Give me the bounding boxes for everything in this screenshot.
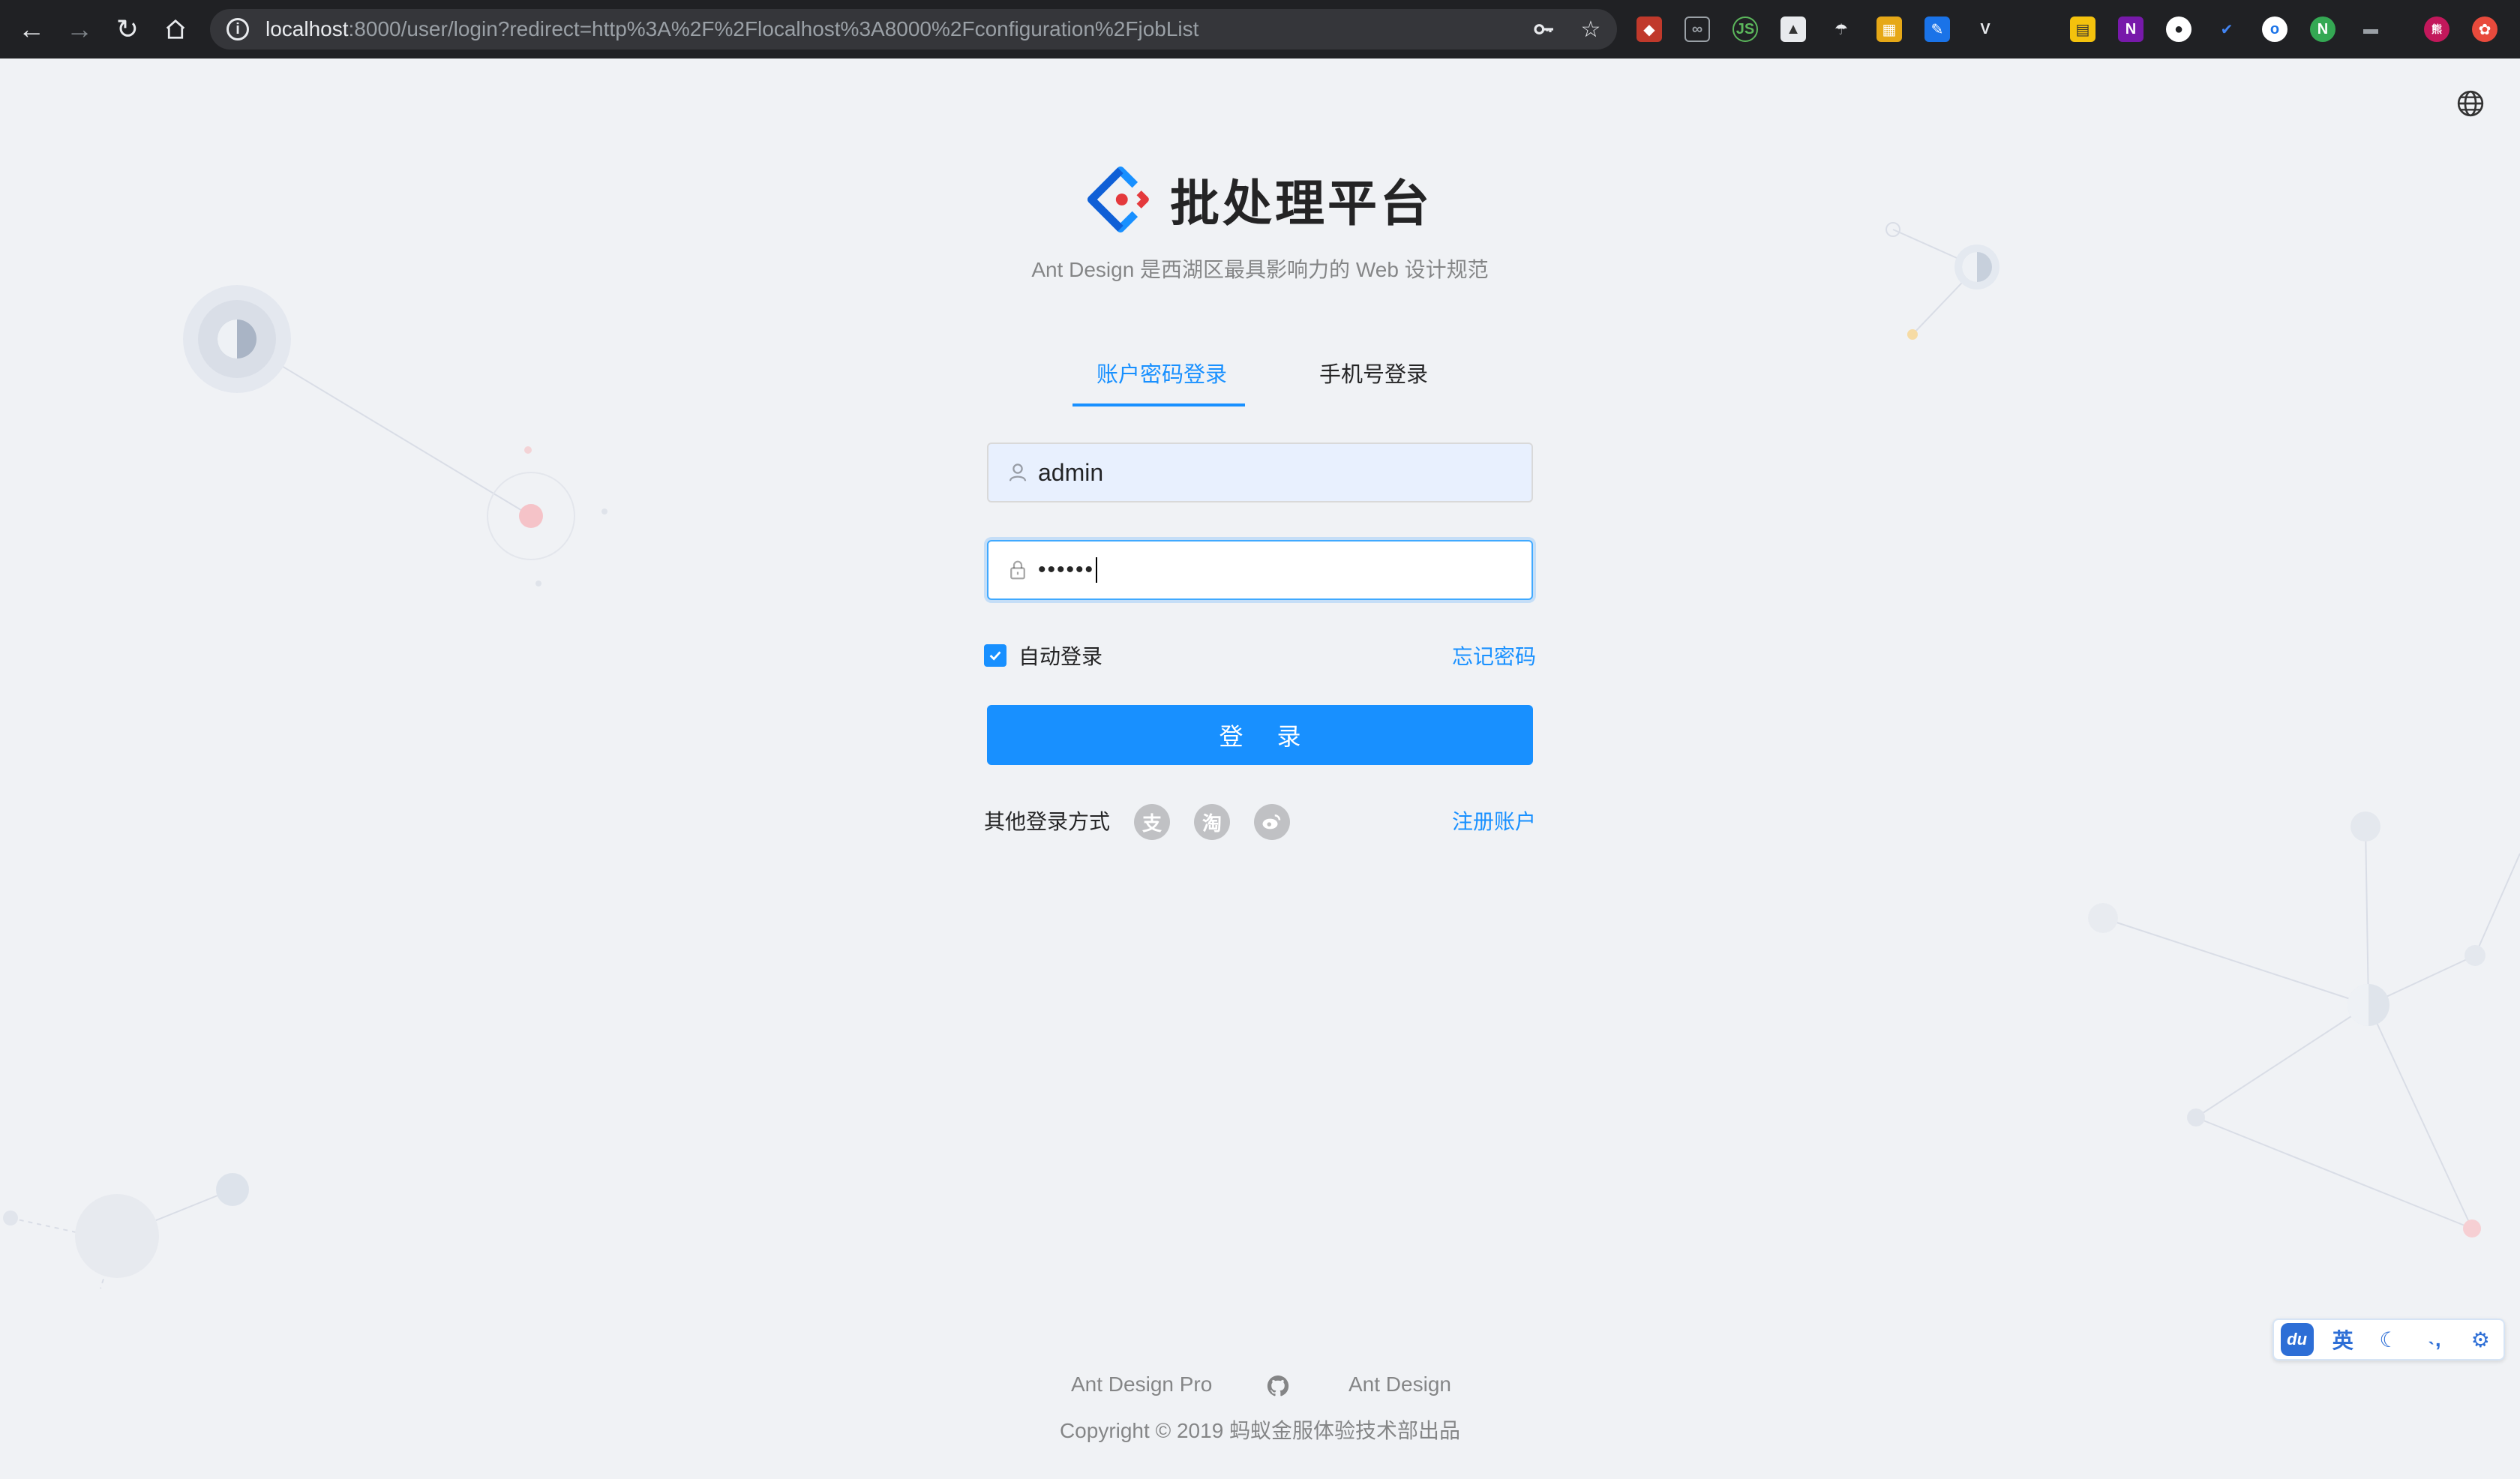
extension-icon[interactable]: ▬ bbox=[2358, 16, 2384, 42]
extension-icon[interactable]: ✿ bbox=[2472, 16, 2498, 42]
alipay-icon[interactable]: 支 bbox=[1134, 804, 1170, 840]
extension-icon[interactable]: ☂ bbox=[1828, 16, 1854, 42]
extension-icon[interactable]: ● bbox=[2166, 16, 2192, 42]
extension-icon[interactable]: ✎ bbox=[1924, 16, 1950, 42]
login-button[interactable]: 登 录 bbox=[987, 705, 1533, 765]
footer-link-ant-design-pro[interactable]: Ant Design Pro bbox=[1071, 1372, 1212, 1396]
browser-toolbar: ← → ↻ i localhost:8000/user/login?redire… bbox=[0, 0, 2520, 58]
copyright: Copyright © 2019 蚂蚁金服体验技术部出品 bbox=[1059, 1419, 1461, 1442]
extension-icon[interactable]: ▤ bbox=[2070, 16, 2096, 42]
github-icon[interactable] bbox=[1266, 1374, 1290, 1398]
user-icon bbox=[1009, 464, 1027, 482]
lock-icon bbox=[1010, 560, 1025, 580]
settings-icon[interactable]: ⚙ bbox=[2464, 1323, 2497, 1356]
auto-login-checkbox[interactable]: 自动登录 bbox=[984, 640, 1102, 670]
page-subtitle: Ant Design 是西湖区最具影响力的 Web 设计规范 bbox=[1031, 258, 1489, 281]
address-bar[interactable]: i localhost:8000/user/login?redirect=htt… bbox=[210, 9, 1617, 50]
back-icon[interactable]: ← bbox=[8, 0, 56, 58]
check-icon[interactable] bbox=[984, 644, 1006, 667]
ime-toolbar: du 英 ☾ ˴, ⚙ bbox=[2272, 1318, 2505, 1360]
ime-language-toggle[interactable]: 英 bbox=[2326, 1323, 2360, 1356]
weibo-icon[interactable] bbox=[1254, 804, 1290, 840]
taobao-icon[interactable]: 淘 bbox=[1194, 804, 1230, 840]
home-icon[interactable] bbox=[152, 0, 200, 58]
url-text: localhost:8000/user/login?redirect=http%… bbox=[266, 17, 1199, 40]
extension-icon[interactable]: ◆ bbox=[1636, 16, 1662, 42]
logo-icon bbox=[1088, 166, 1154, 232]
text-caret bbox=[1096, 557, 1098, 583]
moon-icon[interactable]: ☾ bbox=[2372, 1323, 2405, 1356]
auto-login-label: 自动登录 bbox=[1018, 645, 1103, 668]
extension-icon[interactable]: N bbox=[2310, 16, 2336, 42]
ime-logo-icon[interactable]: du bbox=[2280, 1323, 2314, 1356]
star-icon[interactable]: ☆ bbox=[1576, 15, 1605, 44]
other-login-label: 其他登录方式 bbox=[984, 810, 1111, 833]
punctuation-icon[interactable]: ˴, bbox=[2418, 1323, 2451, 1356]
password-value: •••••• bbox=[1038, 557, 1095, 582]
tab-ink-bar bbox=[1072, 404, 1245, 406]
register-link[interactable]: 注册账户 bbox=[1452, 806, 1536, 836]
password-input[interactable]: •••••• bbox=[987, 540, 1533, 600]
footer-links: Ant Design Pro Ant Design bbox=[1050, 1372, 1470, 1402]
forgot-password-link[interactable]: 忘记密码 bbox=[1452, 640, 1536, 670]
tab-account-password[interactable]: 账户密码登录 bbox=[1096, 357, 1227, 388]
extension-icon[interactable]: ▦ bbox=[1876, 16, 1902, 42]
extension-icon[interactable]: V bbox=[1972, 16, 1998, 42]
username-input[interactable]: admin bbox=[987, 442, 1533, 502]
extension-icon[interactable]: o bbox=[2262, 16, 2288, 42]
info-icon[interactable]: i bbox=[226, 18, 249, 40]
profile-avatar[interactable]: 熊 bbox=[2424, 16, 2450, 42]
page-title: 批处理平台 bbox=[1170, 176, 1432, 231]
extension-icon[interactable]: N bbox=[2118, 16, 2144, 42]
username-value: admin bbox=[1038, 458, 1104, 486]
login-tabs: 账户密码登录 手机号登录 bbox=[987, 352, 1533, 406]
key-icon[interactable] bbox=[1530, 15, 1558, 44]
extension-icon[interactable]: ∞ bbox=[1684, 16, 1710, 42]
extension-icon[interactable]: ✔ bbox=[2214, 16, 2240, 42]
brand-header: 批处理平台 bbox=[1088, 160, 1432, 238]
extension-icon[interactable]: JS bbox=[1732, 16, 1758, 42]
extension-icon[interactable]: ▲ bbox=[1780, 16, 1806, 42]
globe-icon[interactable] bbox=[2456, 88, 2486, 118]
tab-mobile[interactable]: 手机号登录 bbox=[1319, 357, 1428, 388]
forward-icon[interactable]: → bbox=[56, 0, 104, 58]
footer-link-ant-design[interactable]: Ant Design bbox=[1348, 1372, 1451, 1396]
reload-icon[interactable]: ↻ bbox=[104, 0, 152, 58]
